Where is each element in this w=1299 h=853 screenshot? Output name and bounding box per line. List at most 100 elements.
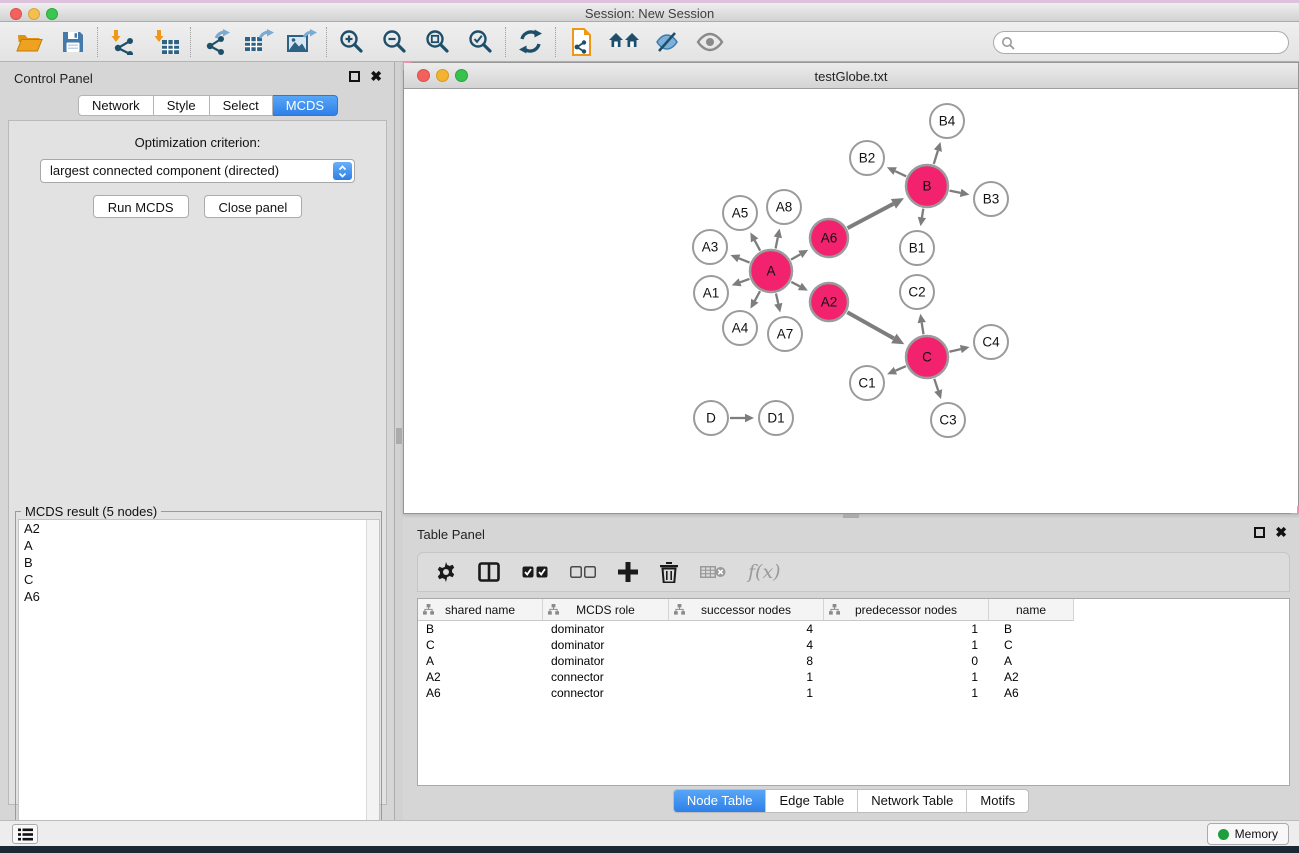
graph-node-B2[interactable]: B2 [850, 141, 884, 175]
graph-node-A6[interactable]: A6 [810, 219, 848, 257]
graph-node-B[interactable]: B [906, 165, 948, 207]
zoom-selected-button[interactable] [459, 25, 502, 59]
graph-edge-A-A4[interactable] [751, 291, 761, 308]
graph-edge-D-D1[interactable] [730, 414, 754, 422]
run-mcds-button[interactable]: Run MCDS [93, 195, 189, 218]
export-image-button[interactable] [280, 25, 323, 59]
graph-node-C2[interactable]: C2 [900, 275, 934, 309]
graph-edge-B-B3[interactable] [950, 189, 970, 197]
table-row[interactable]: Cdominator41C [418, 637, 1289, 653]
result-item[interactable]: A [19, 537, 379, 554]
float-panel-icon[interactable] [349, 71, 360, 82]
tab-select[interactable]: Select [210, 95, 273, 116]
column-header-MCDS-role[interactable]: MCDS role [543, 599, 669, 621]
graph-node-B4[interactable]: B4 [930, 104, 964, 138]
table-row[interactable]: Bdominator41B [418, 621, 1289, 637]
graph-edge-C-C4[interactable] [949, 345, 969, 353]
zoom-fit-button[interactable] [416, 25, 459, 59]
result-item[interactable]: B [19, 554, 379, 571]
tab-network-table[interactable]: Network Table [858, 790, 967, 812]
search-input[interactable] [993, 31, 1289, 54]
graph-node-C4[interactable]: C4 [974, 325, 1008, 359]
graph-node-A2[interactable]: A2 [810, 283, 848, 321]
memory-button[interactable]: Memory [1207, 823, 1289, 845]
result-list-scrollbar[interactable] [366, 520, 379, 850]
graph-edge-C-C3[interactable] [934, 379, 942, 399]
table-row[interactable]: A6connector11A6 [418, 685, 1289, 701]
graph-node-A4[interactable]: A4 [723, 311, 757, 345]
show-column-button[interactable] [478, 562, 500, 582]
graph-edge-B-B1[interactable] [918, 209, 926, 227]
tab-network[interactable]: Network [78, 95, 154, 116]
new-network-from-selection-button[interactable] [559, 25, 602, 59]
graph-node-B1[interactable]: B1 [900, 231, 934, 265]
import-network-button[interactable] [101, 25, 144, 59]
task-history-button[interactable] [12, 824, 38, 844]
graph-node-C1[interactable]: C1 [850, 366, 884, 400]
tab-motifs[interactable]: Motifs [967, 790, 1028, 812]
select-all-button[interactable] [522, 566, 548, 578]
graph-node-C[interactable]: C [906, 336, 948, 378]
deselect-all-button[interactable] [570, 566, 596, 578]
open-session-button[interactable] [8, 25, 51, 59]
result-item[interactable]: A2 [19, 520, 379, 537]
hide-graphics-details-button[interactable] [645, 25, 688, 59]
table-row[interactable]: A2connector11A2 [418, 669, 1289, 685]
show-graphics-details-button[interactable] [688, 25, 731, 59]
function-builder-button[interactable]: f(x) [748, 561, 781, 583]
close-panel-icon[interactable]: ✖ [370, 71, 382, 82]
delete-table-button[interactable] [700, 564, 726, 580]
create-column-button[interactable] [618, 562, 638, 582]
apply-layout-button[interactable] [509, 25, 552, 59]
tab-node-table[interactable]: Node Table [674, 790, 767, 812]
graph-node-D[interactable]: D [694, 401, 728, 435]
graph-node-D1[interactable]: D1 [759, 401, 793, 435]
graph-edge-B-B4[interactable] [934, 142, 942, 164]
graph-node-A8[interactable]: A8 [767, 190, 801, 224]
optimization-criterion-select[interactable]: largest connected component (directed) [40, 159, 355, 183]
first-neighbors-button[interactable] [602, 25, 645, 59]
graph-edge-A-A3[interactable] [730, 254, 749, 262]
tab-edge-table[interactable]: Edge Table [766, 790, 858, 812]
graph-node-A5[interactable]: A5 [723, 196, 757, 230]
column-header-shared-name[interactable]: shared name [418, 599, 543, 621]
save-session-button[interactable] [51, 25, 94, 59]
close-panel-icon[interactable]: ✖ [1275, 527, 1287, 538]
tab-style[interactable]: Style [154, 95, 210, 116]
graph-edge-A6-B[interactable] [848, 198, 904, 228]
result-item[interactable]: C [19, 571, 379, 588]
graph-edge-C-C1[interactable] [887, 366, 906, 374]
import-table-button[interactable] [144, 25, 187, 59]
result-item[interactable]: A6 [19, 588, 379, 605]
delete-column-button[interactable] [660, 562, 678, 583]
column-header-name[interactable]: name [989, 599, 1074, 621]
graph-edge-A-A1[interactable] [732, 278, 750, 286]
zoom-out-button[interactable] [373, 25, 416, 59]
graph-node-A7[interactable]: A7 [768, 317, 802, 351]
table-settings-button[interactable] [436, 562, 456, 582]
graph-edge-A-A6[interactable] [791, 250, 808, 260]
float-panel-icon[interactable] [1254, 527, 1265, 538]
graph-node-A3[interactable]: A3 [693, 230, 727, 264]
tab-mcds[interactable]: MCDS [273, 95, 338, 116]
close-panel-button[interactable]: Close panel [204, 195, 303, 218]
graph-edge-A2-C[interactable] [847, 312, 904, 344]
graph-edge-A-A8[interactable] [774, 229, 782, 249]
graph-edge-A-A2[interactable] [791, 282, 808, 291]
graph-node-B3[interactable]: B3 [974, 182, 1008, 216]
table-row[interactable]: Adominator80A [418, 653, 1289, 669]
graph-edge-A-A5[interactable] [750, 232, 760, 250]
splitpane-divider-handle[interactable] [396, 428, 402, 444]
graph-node-A1[interactable]: A1 [694, 276, 728, 310]
network-canvas[interactable]: B4 B2 B B3 A5 A8 A6 A3 B1 A A1 C2 A2 A4 A7 C4 C C1 C3 D D1 [405, 89, 1297, 513]
export-network-button[interactable] [194, 25, 237, 59]
graph-edge-C-C2[interactable] [918, 314, 926, 335]
export-table-button[interactable] [237, 25, 280, 59]
column-header-predecessor-nodes[interactable]: predecessor nodes [824, 599, 989, 621]
graph-edge-B-B2[interactable] [887, 167, 906, 176]
graph-edge-A-A7[interactable] [774, 293, 782, 312]
zoom-in-button[interactable] [330, 25, 373, 59]
graph-node-A[interactable]: A [750, 250, 792, 292]
column-header-successor-nodes[interactable]: successor nodes [669, 599, 824, 621]
graph-node-C3[interactable]: C3 [931, 403, 965, 437]
